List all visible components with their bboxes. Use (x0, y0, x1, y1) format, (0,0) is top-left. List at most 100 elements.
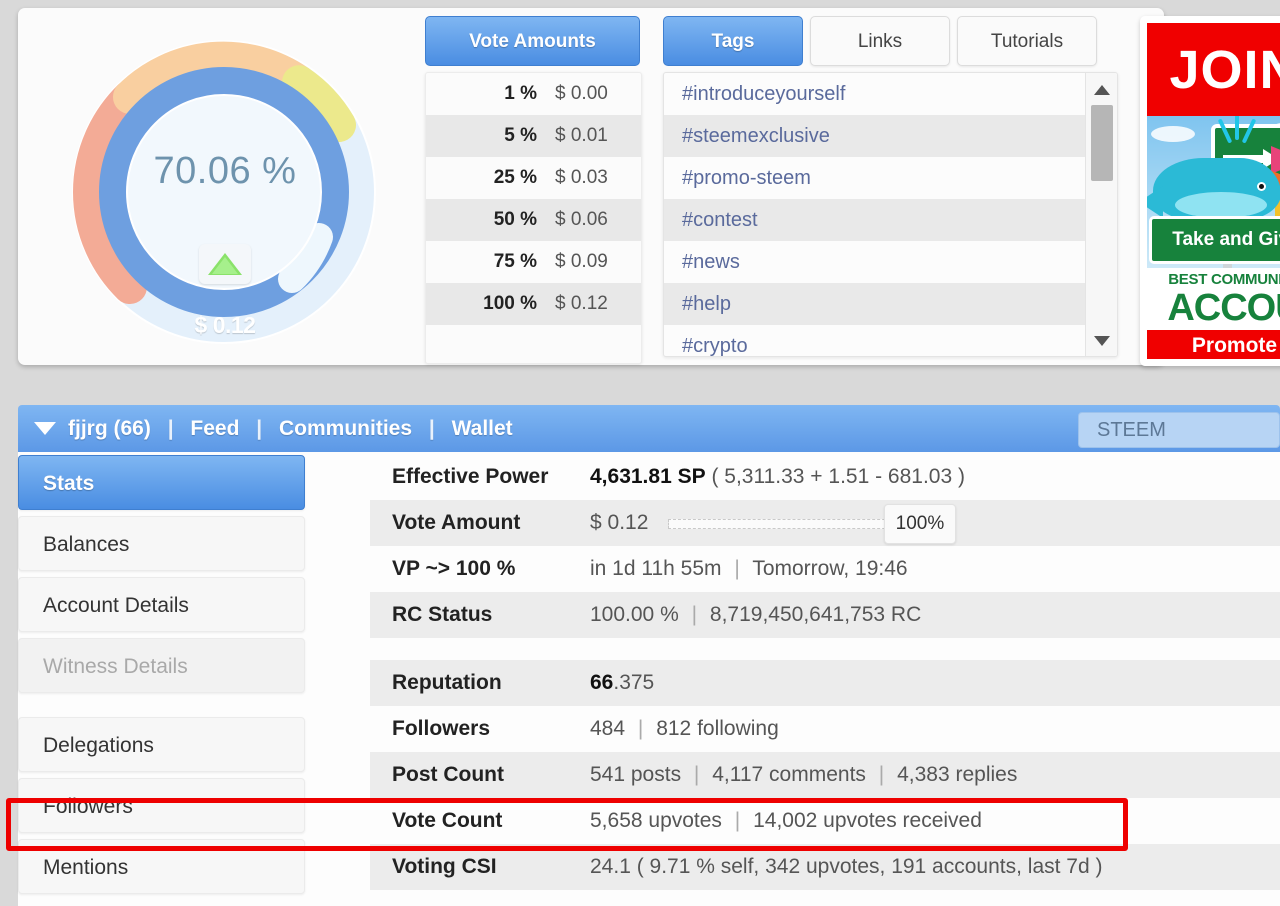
list-item[interactable]: #crypto (664, 325, 1085, 356)
row-value: 541 posts | 4,117 comments | 4,383 repli… (590, 763, 1017, 787)
list-item[interactable]: #help (664, 283, 1085, 325)
vote-amount: $ 0.06 (555, 209, 608, 230)
vote-amounts-footer (426, 325, 641, 363)
value-separator: | (691, 603, 698, 626)
promo-banner[interactable]: JOIN (1140, 16, 1280, 366)
row-value: 24.1 ( 9.71 % self, 342 upvotes, 191 acc… (590, 855, 1102, 879)
sidebar-item-account-details[interactable]: Account Details (18, 577, 305, 632)
promo-join-text: JOIN (1147, 23, 1280, 116)
tags-scroll-area: #introduceyourself #steemexclusive #prom… (664, 73, 1085, 356)
vote-percent: 1 % (504, 83, 537, 104)
table-row[interactable]: 5 % $ 0.01 (426, 115, 641, 157)
table-row: Voting CSI 24.1 ( 9.71 % self, 342 upvot… (370, 844, 1280, 890)
sidebar-item-followers[interactable]: Followers (18, 778, 305, 833)
following-count: 812 following (656, 717, 779, 740)
account-panel: fjjrg (66) | Feed | Communities | Wallet… (18, 405, 1280, 906)
vp-remaining: in 1d 11h 55m (590, 557, 722, 580)
promo-best-line: BEST COMMUNITY (1168, 271, 1280, 288)
scrollbar-thumb[interactable] (1091, 105, 1113, 181)
sidebar-item-stats[interactable]: Stats (18, 455, 305, 510)
nav-separator: | (256, 416, 263, 440)
account-navbar: fjjrg (66) | Feed | Communities | Wallet… (18, 405, 1280, 452)
row-label: Post Count (392, 763, 504, 786)
row-label: Reputation (392, 671, 502, 694)
row-value: 66.375 (590, 671, 654, 695)
row-label: Voting CSI (392, 855, 497, 878)
list-item[interactable]: #contest (664, 199, 1085, 241)
sidebar-divider (18, 699, 305, 717)
vote-amounts-panel: Vote Amounts 1 % $ 0.00 5 % $ 0.01 25 % … (425, 16, 642, 364)
upvote-triangle-icon[interactable] (199, 244, 251, 284)
vote-percent: 5 % (504, 125, 537, 146)
tab-tags[interactable]: Tags (663, 16, 803, 66)
tab-vote-amounts[interactable]: Vote Amounts (425, 16, 640, 66)
caret-down-icon[interactable] (34, 422, 56, 435)
value-separator: | (693, 763, 700, 786)
table-row[interactable]: 25 % $ 0.03 (426, 157, 641, 199)
row-label: VP ~> 100 % (392, 557, 516, 580)
rc-amount: 8,719,450,641,753 RC (709, 603, 922, 626)
chevron-down-icon[interactable] (1086, 327, 1117, 353)
vp-eta: Tomorrow, 19:46 (752, 557, 908, 580)
rc-percent: 100.00 % (590, 603, 679, 626)
vote-amounts-header: Vote Amounts (425, 16, 640, 66)
table-row[interactable]: 100 % $ 0.12 (426, 283, 641, 325)
chain-select[interactable]: STEEM (1078, 412, 1280, 448)
table-row: Vote Amount $ 0.12 100% (370, 500, 1280, 546)
value-separator: | (734, 809, 741, 832)
vote-weight-slider[interactable]: 100% (668, 504, 957, 545)
table-row[interactable]: 75 % $ 0.09 (426, 241, 641, 283)
account-panel-body: Stats Balances Account Details Witness D… (18, 452, 1280, 906)
vote-amounts-list: 1 % $ 0.00 5 % $ 0.01 25 % $ 0.03 50 % $… (425, 72, 642, 364)
value-separator: | (637, 717, 644, 740)
gauge-value-label: $ 0.12 (194, 312, 256, 338)
table-row: Post Count 541 posts | 4,117 comments | … (370, 752, 1280, 798)
sidebar-item-mentions[interactable]: Mentions (18, 839, 305, 894)
value-separator: | (878, 763, 885, 786)
row-value: 484 | 812 following (590, 717, 779, 741)
sidebar-item-delegations[interactable]: Delegations (18, 717, 305, 772)
table-row: RC Status 100.00 % | 8,719,450,641,753 R… (370, 592, 1280, 638)
list-item[interactable]: #news (664, 241, 1085, 283)
tab-links[interactable]: Links (810, 16, 950, 66)
voting-power-gauge: 70.06 % $ 0.12 (40, 16, 410, 361)
reputation-whole: 66 (590, 671, 614, 694)
row-label: Followers (392, 717, 491, 740)
table-row[interactable]: 1 % $ 0.00 (426, 73, 641, 115)
list-item[interactable]: #steemexclusive (664, 115, 1085, 157)
nav-link-feed[interactable]: Feed (190, 417, 239, 440)
tags-tablist: Tags Links Tutorials (663, 16, 1118, 66)
row-value: $ 0.12 100% (590, 504, 957, 545)
nav-link-communities[interactable]: Communities (279, 417, 412, 440)
promo-illustration: Take and Give (1147, 116, 1280, 268)
slider-knob[interactable]: 100% (883, 504, 957, 545)
replies-count: 4,383 replies (897, 763, 1018, 786)
table-row[interactable]: 50 % $ 0.06 (426, 199, 641, 241)
tags-panel: Tags Links Tutorials #introduceyourself … (663, 16, 1118, 361)
chevron-up-icon[interactable] (1086, 76, 1117, 102)
row-label: Vote Amount (392, 511, 521, 534)
voting-csi-value: 24.1 ( 9.71 % self, 342 upvotes, 191 acc… (590, 855, 1103, 878)
table-row: Followers 484 | 812 following (370, 706, 1280, 752)
sidebar-item-balances[interactable]: Balances (18, 516, 305, 571)
posts-count: 541 posts (590, 763, 682, 786)
promo-banner-inner: JOIN (1147, 23, 1280, 359)
account-sidebar: Stats Balances Account Details Witness D… (18, 455, 305, 900)
tags-scrollbar[interactable] (1085, 73, 1117, 356)
nav-username[interactable]: fjjrg (66) (68, 417, 151, 440)
row-label: Effective Power (392, 465, 549, 488)
row-label: Vote Count (392, 809, 503, 832)
row-label: RC Status (392, 603, 493, 626)
slider-track[interactable] (668, 519, 921, 530)
nav-link-wallet[interactable]: Wallet (452, 417, 513, 440)
row-value: in 1d 11h 55m | Tomorrow, 19:46 (590, 557, 908, 581)
stats-table: Effective Power 4,631.81 SP ( 5,311.33 +… (370, 454, 1280, 890)
list-item[interactable]: #promo-steem (664, 157, 1085, 199)
tab-tutorials[interactable]: Tutorials (957, 16, 1097, 66)
top-summary-card: 70.06 % $ 0.12 Vote Amounts 1 % $ 0.00 5… (18, 8, 1280, 366)
promo-account-line: ACCOU (1167, 287, 1280, 329)
vote-amount-value: $ 0.12 (590, 511, 649, 534)
list-item[interactable]: #introduceyourself (664, 73, 1085, 115)
effective-power-detail: ( 5,311.33 + 1.51 - 681.03 ) (711, 465, 965, 488)
promo-account-block: BEST COMMUNITY ACCOU (1147, 268, 1280, 330)
